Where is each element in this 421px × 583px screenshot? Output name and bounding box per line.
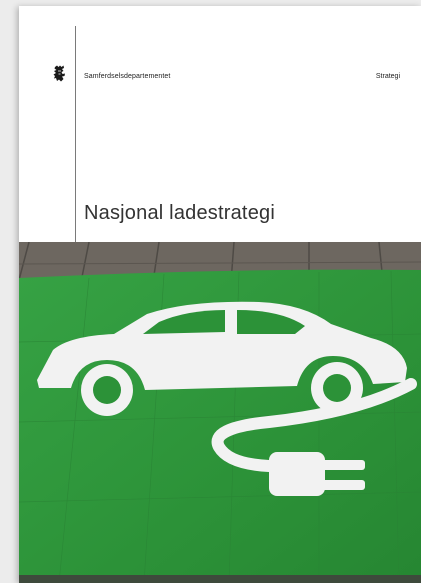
ev-charging-car-plug-icon	[19, 242, 421, 583]
document-type-label: Strategi	[375, 73, 400, 80]
department-name: Samferdselsdepartementet	[84, 73, 171, 80]
document-title: Nasjonal ladestrategi	[84, 202, 275, 224]
document-cover-page: Samferdselsdepartementet Strategi Nasjon…	[19, 6, 421, 583]
norwegian-lion-crest-icon	[53, 65, 65, 82]
vertical-rule	[75, 26, 76, 270]
